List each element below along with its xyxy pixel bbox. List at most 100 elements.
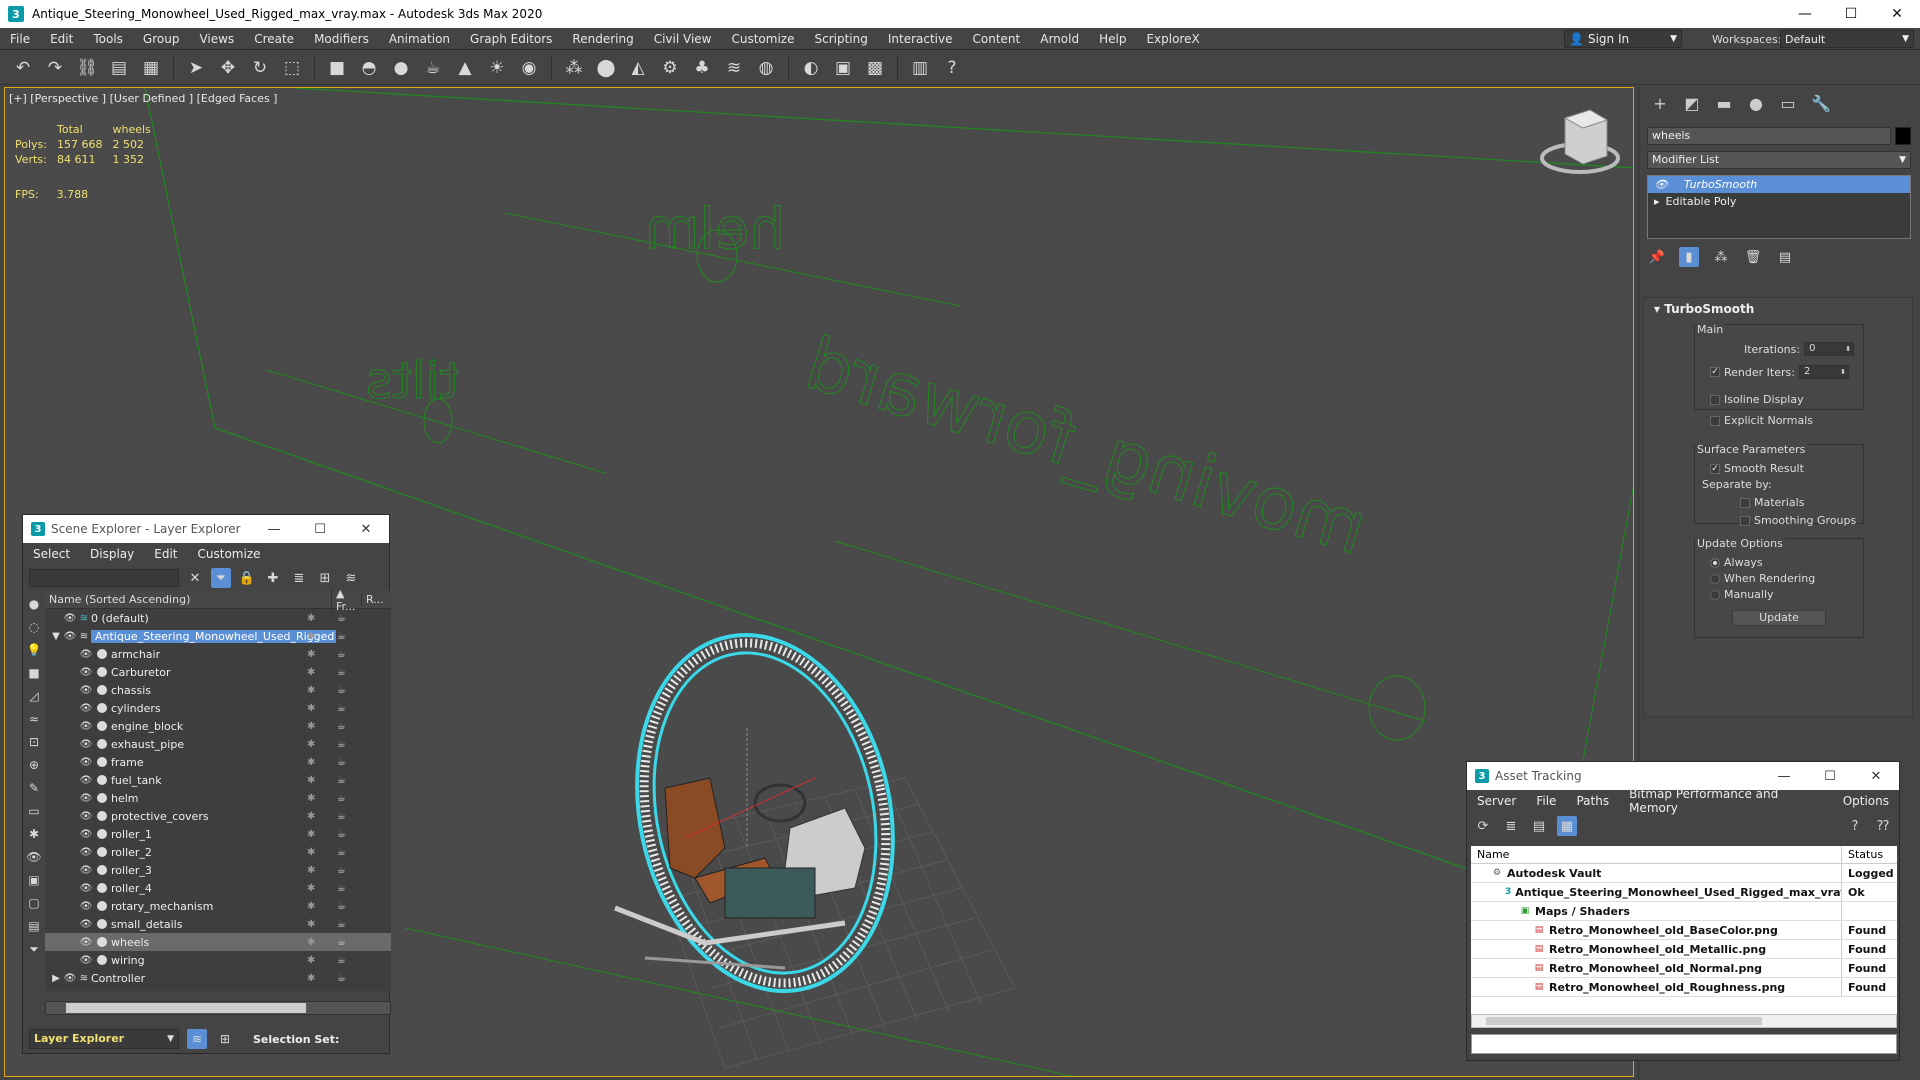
- freeze-icon[interactable]: ✱: [307, 955, 315, 966]
- sphere-icon[interactable]: ●: [388, 55, 414, 81]
- filter-spacewarps-icon[interactable]: ≈: [25, 710, 43, 728]
- filter-none-icon[interactable]: ▢: [25, 894, 43, 912]
- hair-icon[interactable]: ≋: [721, 55, 747, 81]
- create-tab-icon[interactable]: +: [1651, 94, 1669, 113]
- render-setup-icon[interactable]: ▣: [830, 55, 856, 81]
- pin-stack-icon[interactable]: 📌: [1647, 247, 1667, 267]
- filter-geometry-icon[interactable]: ●: [25, 595, 43, 613]
- layer-row[interactable]: 👁 exhaust_pipe ✱ ☕: [45, 735, 391, 753]
- context-help-icon[interactable]: ⁇: [1873, 816, 1893, 836]
- render-iters-spinner[interactable]: 2 ⬍: [1798, 365, 1849, 379]
- render-teapot-icon[interactable]: ☕: [337, 721, 346, 732]
- scale-icon[interactable]: ⬚: [279, 55, 305, 81]
- render-teapot-icon[interactable]: ☕: [337, 775, 346, 786]
- render-teapot-icon[interactable]: ☕: [337, 883, 346, 894]
- freeze-icon[interactable]: ✱: [307, 937, 315, 948]
- asset-row[interactable]: ▣ Maps / Shaders: [1471, 902, 1897, 921]
- select-object-icon[interactable]: ➤: [183, 55, 209, 81]
- menu-arnold[interactable]: Arnold: [1030, 28, 1089, 50]
- freeze-icon[interactable]: ✱: [307, 631, 315, 642]
- mesh-icon[interactable]: ◍: [753, 55, 779, 81]
- update-button[interactable]: Update: [1732, 610, 1826, 626]
- close-button[interactable]: ✕: [1853, 769, 1899, 784]
- menu-rendering[interactable]: Rendering: [562, 28, 643, 50]
- render-frame-icon[interactable]: ▩: [862, 55, 888, 81]
- col-asset-status[interactable]: Status: [1841, 846, 1897, 863]
- object-name-field[interactable]: wheels: [1647, 127, 1891, 145]
- asset-row[interactable]: ▤ Retro_Monowheel_old_Normal.png Found: [1471, 959, 1897, 978]
- filter-all-icon[interactable]: ▣: [25, 871, 43, 889]
- scene-explorer-titlebar[interactable]: 3 Scene Explorer - Layer Explorer — ☐ ✕: [23, 515, 389, 543]
- redo-icon[interactable]: ↷: [42, 55, 68, 81]
- filter-icon[interactable]: ⏷: [211, 568, 231, 588]
- cone-icon[interactable]: ▲: [452, 55, 478, 81]
- layer-row[interactable]: 👁 fuel_tank ✱ ☕: [45, 771, 391, 789]
- render-teapot-icon[interactable]: ☕: [337, 757, 346, 768]
- menu-file[interactable]: File: [0, 28, 40, 50]
- configure-sets-icon[interactable]: ▤: [1775, 247, 1795, 267]
- render-teapot-icon[interactable]: ☕: [337, 973, 346, 984]
- modify-tab-icon[interactable]: ◩: [1683, 94, 1701, 113]
- se-menu-select[interactable]: Select: [23, 547, 80, 561]
- isoline-checkbox[interactable]: [1710, 394, 1720, 405]
- layer-row[interactable]: 👁 Carburetor ✱ ☕: [45, 663, 391, 681]
- menu-civil-view[interactable]: Civil View: [644, 28, 722, 50]
- materials-checkbox[interactable]: [1740, 497, 1750, 508]
- layer-row[interactable]: 👁 roller_2 ✱ ☕: [45, 843, 391, 861]
- layer-row[interactable]: 👁 cylinders ✱ ☕: [45, 699, 391, 717]
- freeze-icon[interactable]: ✱: [307, 847, 315, 858]
- menu-content[interactable]: Content: [963, 28, 1031, 50]
- select-by-name-icon[interactable]: ✥: [215, 55, 241, 81]
- eye-icon[interactable]: 👁: [1654, 178, 1668, 191]
- eye-icon[interactable]: 👁: [63, 631, 77, 642]
- hierarchy-mode-icon[interactable]: ⊞: [215, 1029, 235, 1049]
- scrollbar-thumb[interactable]: [66, 1003, 306, 1013]
- layer-row[interactable]: 👁 chassis ✱ ☕: [45, 681, 391, 699]
- se-menu-edit[interactable]: Edit: [144, 547, 187, 561]
- asset-row[interactable]: ▤ Retro_Monowheel_old_Roughness.png Found: [1471, 978, 1897, 997]
- menu-animation[interactable]: Animation: [379, 28, 460, 50]
- table-view-icon[interactable]: ▦: [1557, 816, 1577, 836]
- sun-icon[interactable]: ☀: [484, 55, 510, 81]
- render-teapot-icon[interactable]: ☕: [337, 865, 346, 876]
- filter-helpers-icon[interactable]: ◿: [25, 687, 43, 705]
- layer-row[interactable]: ▼ 👁 ≋ Antique_Steering_Monowheel_Used_Rigge…: [45, 627, 391, 645]
- when-rendering-radio[interactable]: [1710, 573, 1720, 584]
- render-teapot-icon[interactable]: ☕: [337, 793, 346, 804]
- freeze-icon[interactable]: ✱: [307, 811, 315, 822]
- layer-row[interactable]: 👁 roller_4 ✱ ☕: [45, 879, 391, 897]
- freeze-icon[interactable]: ✱: [307, 829, 315, 840]
- select-link-icon[interactable]: ⛓: [74, 55, 100, 81]
- light-icon[interactable]: ◉: [516, 55, 542, 81]
- menu-modifiers[interactable]: Modifiers: [304, 28, 379, 50]
- eye-icon[interactable]: 👁: [79, 667, 93, 678]
- col-render-header[interactable]: R...: [361, 593, 391, 606]
- scrollbar-thumb[interactable]: [1486, 1017, 1762, 1025]
- maximize-button[interactable]: ☐: [1807, 769, 1853, 784]
- menu-group[interactable]: Group: [133, 28, 190, 50]
- freeze-icon[interactable]: ✱: [307, 703, 315, 714]
- layer-row[interactable]: 👁 protective_covers ✱ ☕: [45, 807, 391, 825]
- col-asset-name[interactable]: Name: [1471, 846, 1841, 863]
- menu-edit[interactable]: Edit: [40, 28, 83, 50]
- layers-stack-icon[interactable]: ≣: [289, 568, 309, 588]
- layers-icon[interactable]: ▥: [907, 55, 933, 81]
- eye-icon[interactable]: 👁: [79, 721, 93, 732]
- at-menu-bitmap[interactable]: Bitmap Performance and Memory: [1619, 787, 1833, 815]
- eye-icon[interactable]: 👁: [63, 973, 77, 984]
- eye-icon[interactable]: 👁: [79, 865, 93, 876]
- explorer-mode-select[interactable]: Layer Explorer ▼: [29, 1029, 179, 1049]
- modifier-list-dropdown[interactable]: Modifier List ▼: [1647, 151, 1911, 169]
- eye-icon[interactable]: 👁: [79, 685, 93, 696]
- filter-groups-icon[interactable]: ⊡: [25, 733, 43, 751]
- at-menu-server[interactable]: Server: [1467, 794, 1526, 808]
- freeze-icon[interactable]: ✱: [307, 685, 315, 696]
- always-radio[interactable]: [1710, 557, 1720, 568]
- filter-containers-icon[interactable]: ▭: [25, 802, 43, 820]
- freeze-icon[interactable]: ✱: [307, 757, 315, 768]
- render-iters-checkbox[interactable]: ✓: [1710, 367, 1720, 377]
- expand-arrow-icon[interactable]: ▼: [49, 631, 63, 642]
- motion-tab-icon[interactable]: ●: [1747, 94, 1765, 113]
- freeze-icon[interactable]: ✱: [307, 613, 315, 624]
- freeze-icon[interactable]: ✱: [307, 883, 315, 894]
